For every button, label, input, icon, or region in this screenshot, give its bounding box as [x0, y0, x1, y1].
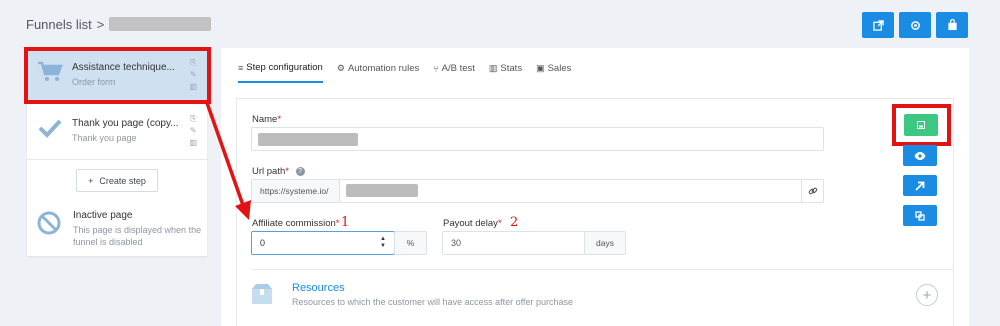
funnel-shop-button[interactable] [936, 12, 968, 38]
create-step-button[interactable]: + Create step [76, 169, 158, 192]
external-link-icon [872, 19, 884, 31]
redacted-funnel-name [109, 17, 212, 31]
step-actions: ⎘ ✎ ▥ [189, 114, 197, 148]
settings-icon [910, 20, 920, 30]
affiliate-commission-input[interactable]: 0 ▲ ▼ [251, 231, 395, 255]
percent-addon: % [394, 231, 427, 255]
copy-icon[interactable]: ⎘ [190, 114, 196, 124]
copy-icon [915, 210, 925, 221]
plus-icon: + [922, 286, 932, 304]
tab-label: Automation rules [347, 63, 420, 74]
arrow-up-right-icon [915, 181, 925, 191]
inactive-page-item[interactable]: Inactive page This page is displayed whe… [37, 210, 202, 248]
tab-label: A/B test [441, 63, 475, 74]
resources-description: Resources to which the customer will hav… [292, 297, 573, 307]
tab-label: Step configuration [246, 62, 323, 73]
payout-delay-label: Payout delay* [443, 218, 502, 229]
money-icon: ▣ [536, 63, 545, 73]
step-title: Thank you page (copy... [72, 118, 179, 129]
step-side-actions [903, 145, 937, 226]
tab-label: Sales [547, 63, 572, 74]
breadcrumb-separator: > [96, 16, 105, 32]
list-icon: ≡ [238, 62, 244, 73]
preview-button[interactable] [903, 145, 937, 166]
shopping-bag-icon [947, 19, 957, 31]
copy-link-button[interactable] [801, 179, 824, 203]
trash-icon[interactable]: ▥ [189, 138, 197, 148]
inactive-page-description: This page is displayed when the funnel i… [73, 225, 202, 247]
days-addon: days [584, 231, 626, 255]
forbidden-icon [37, 211, 61, 235]
step-subtitle: Thank you page [72, 133, 137, 143]
payout-delay-input[interactable]: 30 [442, 231, 585, 255]
redacted-name-value [258, 133, 358, 146]
section-divider [252, 269, 954, 270]
link-icon [808, 187, 817, 195]
add-resource-button[interactable]: + [916, 284, 938, 306]
plus-icon: + [88, 175, 94, 186]
breadcrumb: Funnels list > [26, 14, 212, 34]
eye-icon [914, 151, 926, 160]
red-arrow-annotation [204, 99, 251, 220]
edit-icon[interactable]: ✎ [190, 126, 197, 136]
affiliate-commission-label: Affiliate commission* [252, 218, 340, 229]
url-prefix-addon: https://systeme.io/ [251, 179, 340, 203]
check-icon [37, 116, 63, 140]
tab-automation-rules[interactable]: ⚙ Automation rules [337, 62, 419, 83]
step-tabs: ≡ Step configuration ⚙ Automation rules … [238, 62, 571, 83]
tab-stats[interactable]: ▥ Stats [489, 62, 522, 83]
affiliate-commission-value: 0 [260, 238, 266, 248]
tab-step-configuration[interactable]: ≡ Step configuration [238, 62, 323, 83]
tab-sales[interactable]: ▣ Sales [536, 62, 571, 83]
step-highlight-annotation [24, 47, 211, 104]
help-icon[interactable]: ? [295, 166, 305, 176]
annotation-number-2: 2 [510, 215, 519, 230]
step-item-thank-you-page[interactable]: Thank you page (copy... Thank you page ⎘… [27, 104, 207, 160]
redacted-url-value [346, 184, 418, 197]
resources-title[interactable]: Resources [292, 282, 345, 294]
cogs-icon: ⚙ [336, 63, 345, 73]
breadcrumb-funnels-list-link[interactable]: Funnels list [26, 17, 92, 32]
tab-label: Stats [500, 63, 523, 74]
bar-chart-icon: ▥ [488, 63, 498, 73]
create-step-label: Create step [99, 175, 146, 186]
save-highlight-annotation [892, 104, 951, 146]
header-actions [862, 12, 968, 38]
tab-ab-test[interactable]: ⑂ A/B test [433, 62, 475, 83]
open-page-button[interactable] [903, 175, 937, 196]
box-icon [252, 284, 272, 304]
funnel-settings-button[interactable] [899, 12, 931, 38]
annotation-number-1: 1 [341, 215, 350, 230]
open-funnel-button[interactable] [862, 12, 894, 38]
inactive-page-title: Inactive page [73, 210, 133, 221]
duplicate-button[interactable] [903, 205, 937, 226]
spinner-icon[interactable]: ▲ ▼ [380, 236, 386, 250]
split-icon: ⑂ [433, 63, 439, 74]
